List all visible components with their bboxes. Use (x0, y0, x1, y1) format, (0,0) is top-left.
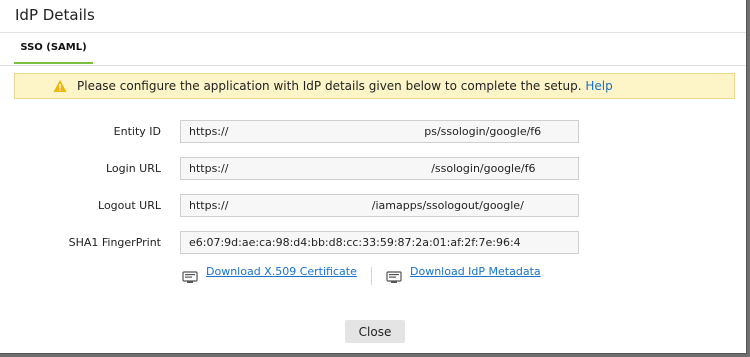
download-divider (371, 267, 372, 285)
sha1-fingerprint-field[interactable] (180, 231, 579, 254)
entity-id-label: Entity ID (113, 125, 161, 138)
close-button[interactable]: Close (345, 320, 405, 343)
login-url-field[interactable] (180, 157, 579, 180)
metadata-download-icon (386, 271, 402, 283)
tab-divider (0, 65, 746, 66)
idp-details-dialog: IdP Details SSO (SAML) Please configure … (0, 0, 747, 354)
download-metadata-link[interactable]: Download IdP Metadata (410, 265, 541, 278)
logout-url-label: Logout URL (98, 199, 161, 212)
dialog-title: IdP Details (15, 6, 95, 24)
title-divider (0, 32, 746, 33)
setup-warning-banner: Please configure the application with Id… (14, 73, 735, 99)
sha1-fingerprint-label: SHA1 FingerPrint (68, 236, 161, 249)
entity-id-field[interactable] (180, 120, 579, 143)
banner-message: Please configure the application with Id… (77, 79, 582, 93)
logout-url-field[interactable] (180, 194, 579, 217)
login-url-label: Login URL (106, 162, 161, 175)
banner-text: Please configure the application with Id… (77, 74, 613, 98)
download-certificate-link[interactable]: Download X.509 Certificate (206, 265, 357, 278)
tab-sso-saml[interactable]: SSO (SAML) (14, 40, 93, 64)
certificate-download-icon (182, 271, 198, 283)
warning-icon (53, 80, 67, 92)
help-link[interactable]: Help (585, 79, 612, 93)
